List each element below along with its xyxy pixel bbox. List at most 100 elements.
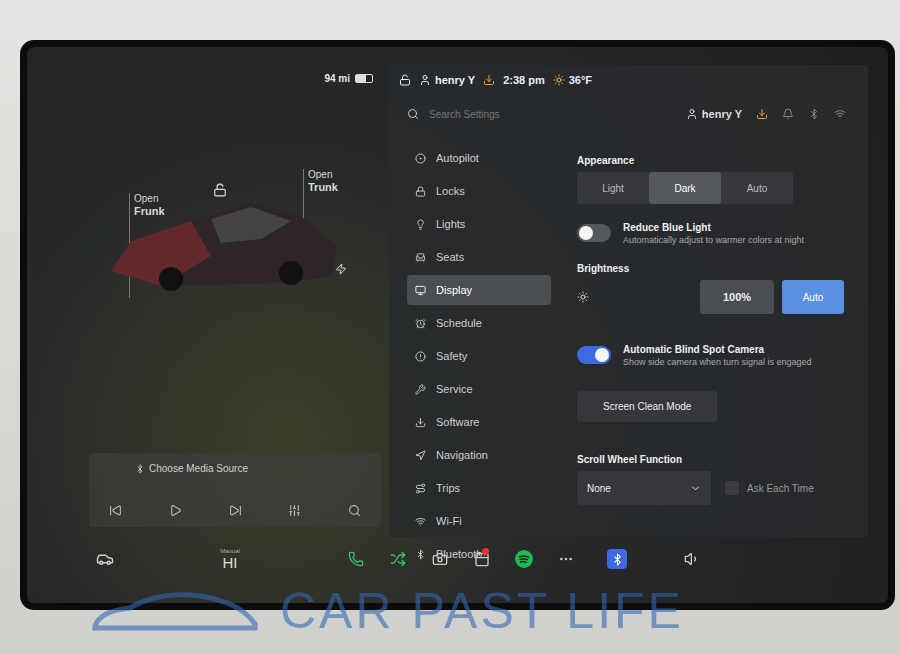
play-icon[interactable] <box>169 504 182 517</box>
profile-button[interactable]: henry Y <box>419 74 475 86</box>
menu-item[interactable]: Display <box>407 275 551 305</box>
frunk-label: Frunk <box>134 205 165 218</box>
phone-button[interactable] <box>335 551 377 567</box>
menu-item[interactable]: Software <box>407 407 551 437</box>
menu-item-icon <box>415 351 426 362</box>
search-placeholder: Search Settings <box>429 109 500 120</box>
scroll-wheel-row: None Ask Each Time <box>577 471 844 505</box>
brightness-label: Brightness <box>577 263 844 274</box>
sun-icon <box>553 74 565 86</box>
user-icon <box>419 74 431 86</box>
brightness-value[interactable]: 100% <box>700 280 774 314</box>
shuffle-icon <box>390 551 406 567</box>
setting-title: Reduce Blue Light <box>623 222 804 233</box>
setting-subtitle: Automatically adjust to warmer colors at… <box>623 235 804 245</box>
download-icon[interactable] <box>756 108 768 120</box>
menu-item[interactable]: Autopilot <box>407 143 551 173</box>
car-icon <box>96 550 114 568</box>
calendar-button[interactable] <box>461 551 503 567</box>
menu-item-icon <box>415 549 426 560</box>
range-text: 94 mi <box>324 73 350 84</box>
menu-item[interactable]: Service <box>407 374 551 404</box>
charge-port-button[interactable] <box>335 263 347 275</box>
trunk-label: Trunk <box>308 181 338 194</box>
appearance-option[interactable]: Light <box>577 172 649 204</box>
wifi-icon[interactable] <box>834 108 846 120</box>
dropdown-value: None <box>587 483 611 494</box>
battery-fill <box>356 75 366 82</box>
menu-item[interactable]: Lights <box>407 209 551 239</box>
brightness-icon <box>577 291 589 303</box>
menu-item[interactable]: Schedule <box>407 308 551 338</box>
bell-icon[interactable] <box>782 108 794 120</box>
ask-each-time-checkbox[interactable]: Ask Each Time <box>725 481 814 495</box>
spotify-button[interactable] <box>503 550 545 568</box>
more-button[interactable] <box>545 551 587 567</box>
menu-item[interactable]: Seats <box>407 242 551 272</box>
touchscreen: 94 miOpenFrunkOpenTrunkChoose Media Sour… <box>20 40 895 610</box>
brightness-auto-button[interactable]: Auto <box>782 280 844 314</box>
notification-badge <box>482 548 489 555</box>
media-source-button[interactable]: Choose Media Source <box>105 463 365 474</box>
weather: 36°F <box>553 74 592 86</box>
menu-item-label: Autopilot <box>436 152 479 164</box>
main-area: 94 miOpenFrunkOpenTrunkChoose Media Sour… <box>61 65 868 537</box>
watermark: CAR PAST LIFE <box>90 582 684 640</box>
screen-clean-button[interactable]: Screen Clean Mode <box>577 391 717 422</box>
watermark-car-icon <box>90 586 260 636</box>
appearance-option[interactable]: Auto <box>721 172 793 204</box>
appearance-label: Appearance <box>577 155 844 166</box>
menu-item-icon <box>415 483 426 494</box>
dock-bar: ManualHI <box>61 537 868 581</box>
menu-item[interactable]: Safety <box>407 341 551 371</box>
bluetooth-icon[interactable] <box>808 108 820 120</box>
clock-text: 2:38 pm <box>503 74 545 86</box>
car-button[interactable] <box>85 550 125 568</box>
search-icon[interactable] <box>348 504 361 517</box>
scroll-wheel-dropdown[interactable]: None <box>577 471 711 505</box>
menu-item-icon <box>415 417 426 428</box>
car-model-icon <box>101 161 341 301</box>
menu-item-icon <box>415 285 426 296</box>
blind-spot-toggle[interactable] <box>577 346 611 364</box>
appearance-option[interactable]: Dark <box>649 172 721 204</box>
more-icon <box>558 551 574 567</box>
menu-item-label: Safety <box>436 350 467 362</box>
battery-icon <box>355 74 373 83</box>
climate-control[interactable]: ManualHI <box>125 548 335 571</box>
menu-item-label: Service <box>436 383 473 395</box>
menu-item[interactable]: Trips <box>407 473 551 503</box>
menu-item-icon <box>415 384 426 395</box>
settings-panel: henry Y 2:38 pm 36°F Search Settings henry Y… <box>389 65 868 537</box>
menu-item[interactable]: Locks <box>407 176 551 206</box>
brightness-row: 100%Auto <box>577 280 844 314</box>
lock-icon <box>213 183 227 197</box>
lock-icon[interactable] <box>399 74 411 86</box>
menu-item-label: Navigation <box>436 449 488 461</box>
reduce-blue-light-toggle[interactable] <box>577 224 611 242</box>
menu-item-label: Trips <box>436 482 460 494</box>
blind-spot-row: Automatic Blind Spot CameraShow side cam… <box>577 344 844 367</box>
menu-item[interactable]: Navigation <box>407 440 551 470</box>
media-controls <box>105 504 365 517</box>
download-icon <box>483 74 495 86</box>
search-field[interactable]: Search Settings <box>407 108 500 120</box>
previous-icon[interactable] <box>109 504 122 517</box>
equalizer-icon[interactable] <box>288 504 301 517</box>
door-lock-button[interactable] <box>213 183 227 197</box>
lightning-icon <box>335 263 347 275</box>
camera-button[interactable] <box>419 551 461 567</box>
profile-button[interactable]: henry Y <box>686 108 742 120</box>
menu-item-icon <box>415 186 426 197</box>
car-panel: 94 miOpenFrunkOpenTrunkChoose Media Sour… <box>61 65 389 537</box>
climate-mode: Manual <box>220 548 240 554</box>
menu-item[interactable]: Wi-Fi <box>407 506 551 536</box>
menu-item-icon <box>415 153 426 164</box>
bluetooth-button[interactable] <box>587 549 647 569</box>
settings-header: Search Settings henry Y <box>389 95 868 133</box>
menu-item-label: Software <box>436 416 479 428</box>
volume-button[interactable] <box>647 551 737 567</box>
next-icon[interactable] <box>229 504 242 517</box>
toybox-button[interactable] <box>377 551 419 567</box>
search-icon <box>407 108 419 120</box>
